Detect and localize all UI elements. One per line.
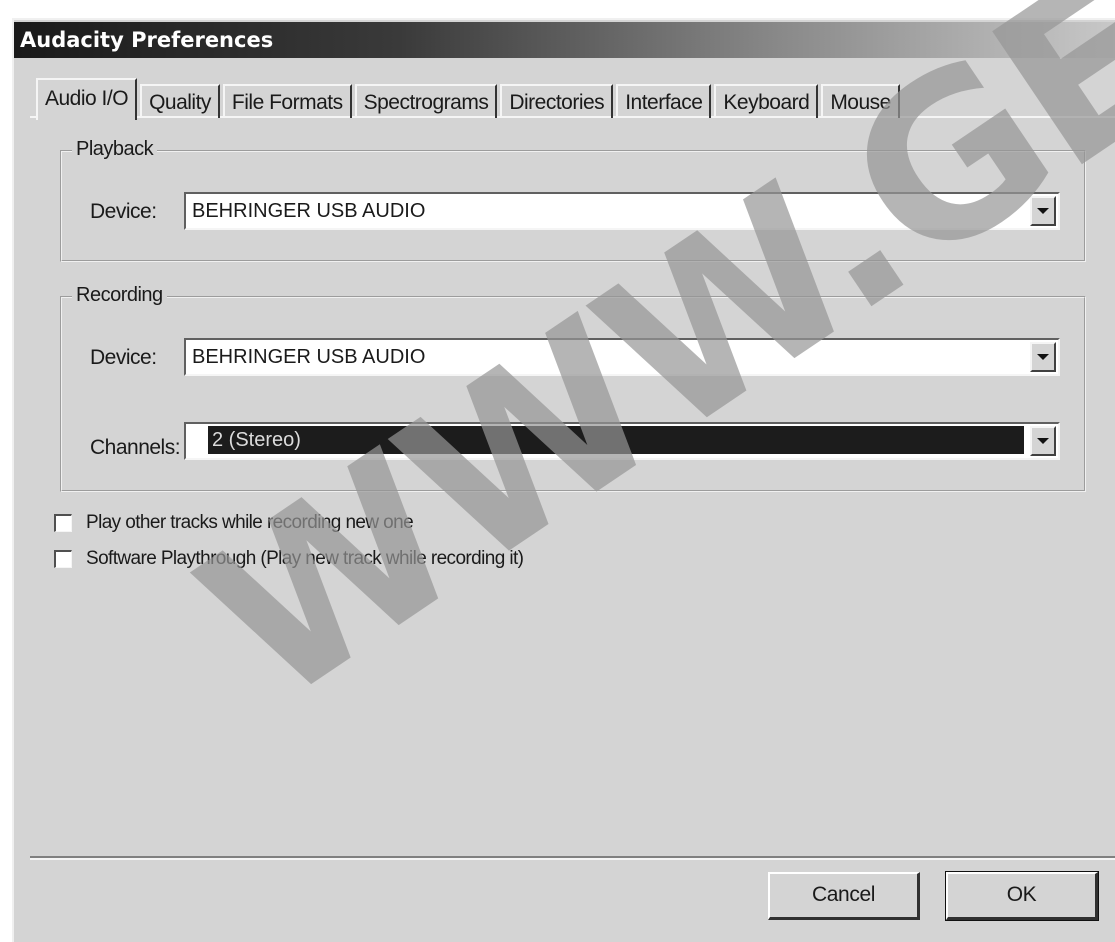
chevron-down-icon[interactable]	[1030, 426, 1056, 456]
recording-group-label: Recording	[72, 284, 167, 307]
channels-select[interactable]: 2 (Stereo)	[184, 422, 1060, 460]
chevron-down-icon[interactable]	[1030, 342, 1056, 372]
title-bar: Audacity Preferences	[14, 22, 1115, 58]
recording-device-value: BEHRINGER USB AUDIO	[192, 346, 426, 368]
playback-device-value: BEHRINGER USB AUDIO	[192, 200, 426, 222]
software-playthrough-label: Software Playthrough (Play new track whi…	[86, 548, 524, 569]
software-playthrough-option[interactable]: Software Playthrough (Play new track whi…	[54, 548, 524, 570]
play-other-tracks-label: Play other tracks while recording new on…	[86, 512, 414, 533]
tab-directories[interactable]: Directories	[500, 84, 614, 118]
separator	[30, 856, 1115, 860]
cancel-button[interactable]: Cancel	[768, 872, 920, 920]
tab-mouse[interactable]: Mouse	[821, 84, 900, 118]
channels-value: 2 (Stereo)	[208, 426, 1024, 454]
tab-strip: Audio I/O Quality File Formats Spectrogr…	[36, 74, 903, 120]
play-other-tracks-option[interactable]: Play other tracks while recording new on…	[54, 512, 414, 534]
tab-file-formats[interactable]: File Formats	[222, 84, 352, 118]
recording-device-label: Device:	[90, 346, 157, 369]
tab-interface[interactable]: Interface	[616, 84, 712, 118]
chevron-down-icon[interactable]	[1030, 196, 1056, 226]
playback-device-select[interactable]: BEHRINGER USB AUDIO	[184, 192, 1060, 230]
tab-quality[interactable]: Quality	[140, 84, 220, 118]
software-playthrough-checkbox[interactable]	[54, 550, 72, 568]
channels-label: Channels:	[90, 436, 181, 459]
ok-button[interactable]: OK	[945, 871, 1099, 921]
tab-audio-io[interactable]: Audio I/O	[36, 78, 138, 120]
tab-spectrograms[interactable]: Spectrograms	[354, 84, 498, 118]
play-other-tracks-checkbox[interactable]	[54, 514, 72, 532]
page: Audacity Preferences Audio I/O Quality F…	[0, 0, 1115, 942]
recording-group: Recording	[60, 284, 1086, 492]
recording-device-select[interactable]: BEHRINGER USB AUDIO	[184, 338, 1060, 376]
playback-group-label: Playback	[72, 138, 158, 161]
playback-device-label: Device:	[90, 200, 157, 223]
tab-keyboard[interactable]: Keyboard	[714, 84, 819, 118]
